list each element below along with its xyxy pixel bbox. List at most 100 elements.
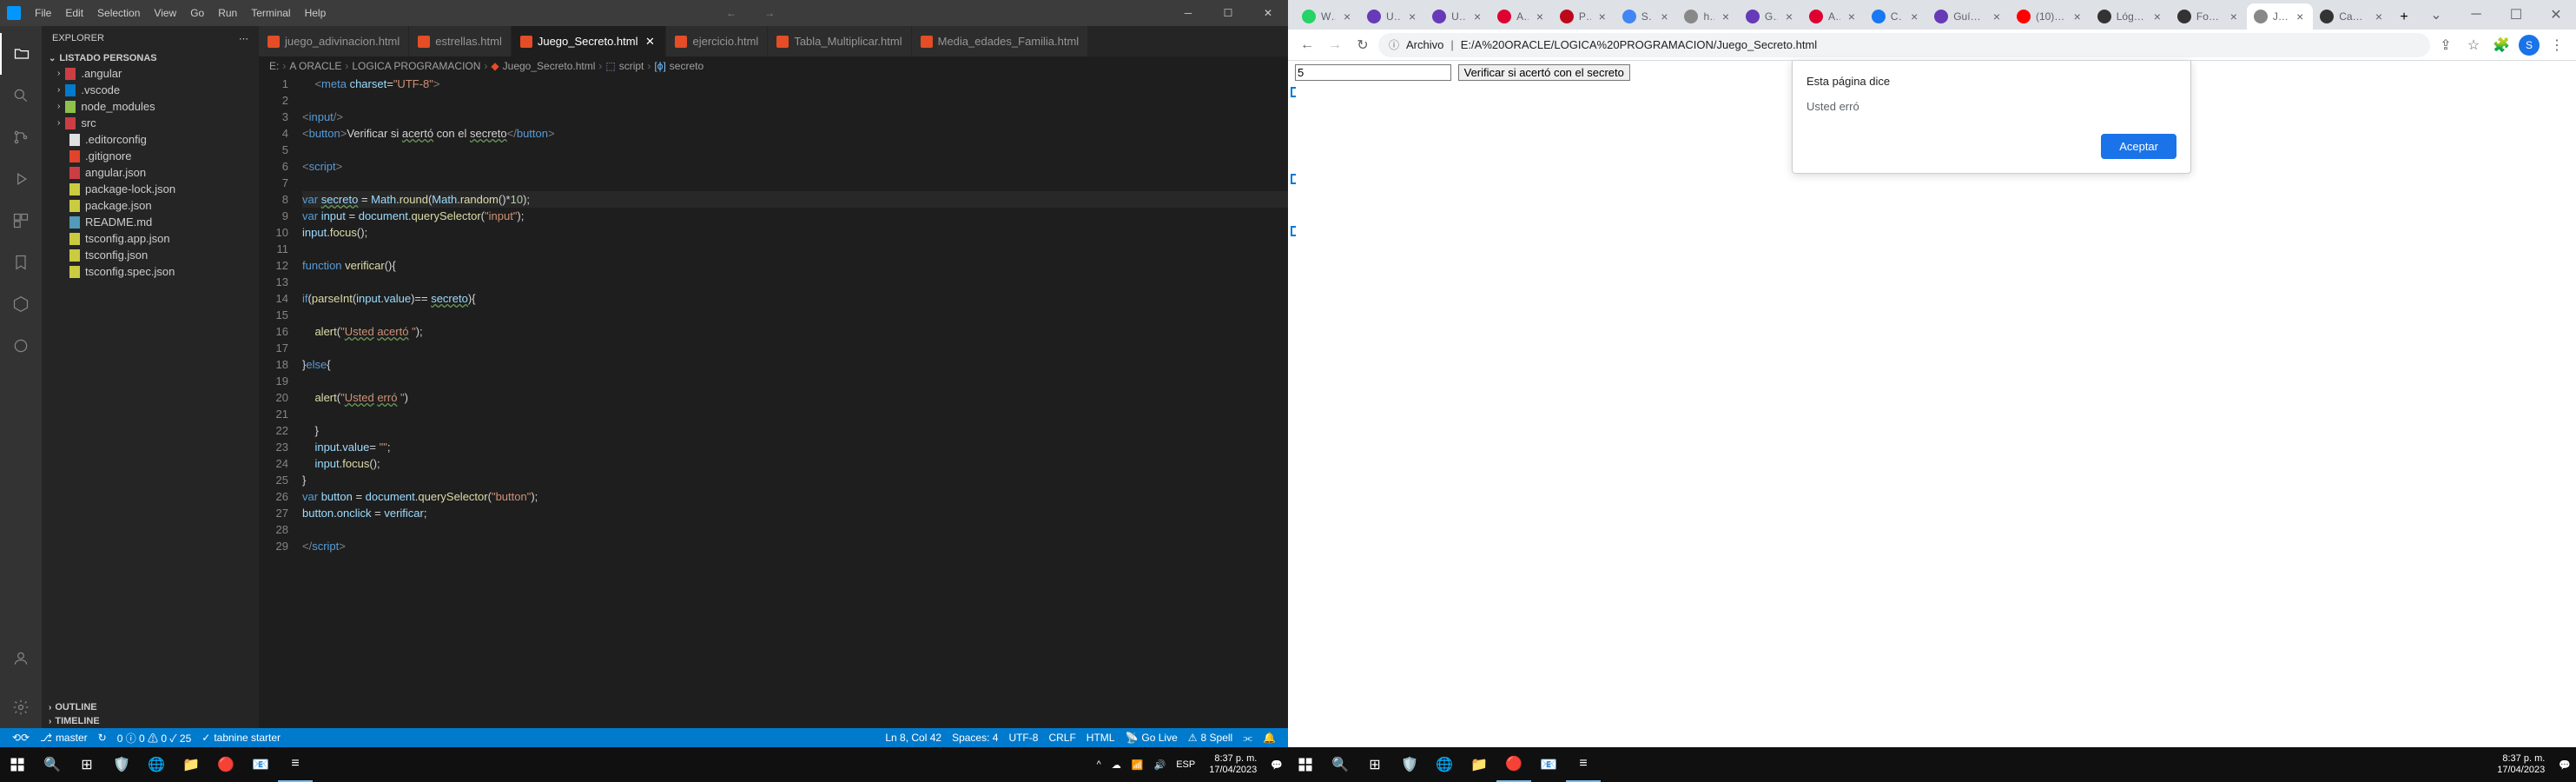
app-icon-edge[interactable]: 🌐 [139, 747, 174, 782]
reload-button[interactable]: ↻ [1351, 33, 1375, 57]
browser-tab[interactable]: Wh× [1295, 3, 1360, 30]
close-tab-icon[interactable]: × [1720, 10, 1732, 23]
browser-tab[interactable]: Uni× [1425, 3, 1490, 30]
eol[interactable]: CRLF [1043, 732, 1080, 745]
settings-icon[interactable] [0, 686, 42, 728]
menu-file[interactable]: File [28, 7, 58, 19]
tray-lang[interactable]: ESP [1171, 759, 1200, 770]
go-live[interactable]: 📡 Go Live [1120, 732, 1182, 745]
editor-tab[interactable]: Media_edades_Familia.html [912, 26, 1089, 56]
tray-cloud-icon[interactable]: ☁ [1106, 759, 1126, 771]
tray-wifi-icon[interactable]: 📶 [1126, 759, 1149, 771]
nav-back-icon[interactable]: ← [721, 7, 742, 19]
back-button[interactable]: ← [1295, 33, 1319, 57]
menu-selection[interactable]: Selection [90, 7, 147, 19]
app-icon-edge[interactable]: 🌐 [1427, 747, 1462, 782]
browser-tab[interactable]: Guía C× [1927, 3, 2010, 30]
menu-go[interactable]: Go [183, 7, 211, 19]
clock-right[interactable]: 8:37 p. m. 17/04/2023 [2488, 753, 2553, 776]
tree-item[interactable]: ›.vscode [42, 82, 259, 98]
cursor-position[interactable]: Ln 8, Col 42 [880, 732, 947, 745]
tree-item[interactable]: tsconfig.spec.json [42, 263, 259, 280]
browser-tab[interactable]: An× [1802, 3, 1865, 30]
explorer-icon[interactable] [0, 33, 42, 75]
sidebar-more-icon[interactable]: ⋯ [239, 33, 248, 44]
close-button[interactable]: ✕ [1248, 0, 1288, 26]
notification-icon[interactable]: 💬 [2553, 759, 2576, 771]
maximize-button[interactable]: ☐ [1208, 0, 1248, 26]
browser-tab[interactable]: Foro |× [2170, 3, 2247, 30]
editor-tab[interactable]: estrellas.html [409, 26, 512, 56]
close-tab-icon[interactable]: × [2228, 10, 2240, 23]
notification-icon[interactable]: 💬 [1265, 759, 1288, 771]
menu-run[interactable]: Run [211, 7, 244, 19]
code-editor[interactable]: 1234567891011121314151617181920212223242… [259, 76, 1288, 728]
source-control-icon[interactable] [0, 116, 42, 158]
tree-item[interactable]: angular.json [42, 164, 259, 181]
close-tab-icon[interactable]: × [1406, 10, 1418, 23]
browser-tab[interactable]: Se× [1615, 3, 1678, 30]
tree-item[interactable]: README.md [42, 214, 259, 230]
tree-item[interactable]: ›src [42, 115, 259, 131]
menu-help[interactable]: Help [298, 7, 334, 19]
chrome-maximize-button[interactable]: ☐ [2496, 0, 2536, 30]
browser-tab[interactable]: htt× [1677, 3, 1738, 30]
close-tab-icon[interactable]: × [2294, 10, 2306, 23]
breadcrumbs[interactable]: E:› A ORACLE› LOGICA PROGRAMACION› ◆Jueg… [259, 56, 1288, 76]
box-icon[interactable] [0, 283, 42, 325]
spell-check[interactable]: ⚠ 8 Spell [1183, 732, 1238, 745]
close-tab-icon[interactable]: × [1846, 10, 1858, 23]
accept-button[interactable]: Aceptar [2101, 134, 2176, 159]
menu-edit[interactable]: Edit [58, 7, 90, 19]
editor-tab[interactable]: Tabla_Multiplicar.html [768, 26, 911, 56]
chrome-chevron-icon[interactable]: ⌄ [2416, 0, 2456, 30]
share-icon[interactable]: ⇪ [2434, 33, 2458, 57]
close-tab-icon[interactable]: × [1991, 10, 2003, 23]
extensions-icon[interactable] [0, 200, 42, 242]
chrome-minimize-button[interactable]: ─ [2456, 0, 2496, 30]
outline-section[interactable]: ›OUTLINE [42, 700, 259, 714]
number-input[interactable] [1295, 64, 1451, 81]
close-tab-icon[interactable]: × [2151, 10, 2163, 23]
close-tab-icon[interactable]: × [1783, 10, 1795, 23]
tree-item[interactable]: tsconfig.app.json [42, 230, 259, 247]
close-tab-icon[interactable]: × [2373, 10, 2385, 23]
forward-button[interactable]: → [1323, 33, 1347, 57]
app-icon-chrome[interactable]: 🔴 [208, 747, 243, 782]
chrome-close-button[interactable]: ✕ [2536, 0, 2576, 30]
indentation[interactable]: Spaces: 4 [947, 732, 1003, 745]
clock-left[interactable]: 8:37 p. m. 17/04/2023 [1200, 753, 1265, 776]
browser-tab[interactable]: Uni× [1360, 3, 1425, 30]
app-icon-chrome[interactable]: 🔴 [1496, 747, 1531, 782]
browser-tab[interactable]: An× [1490, 3, 1553, 30]
browser-tab[interactable]: Casco× [2313, 3, 2392, 30]
problems-indicator[interactable]: 0 ⓘ 0 ⚠ 0 ✓ 25 [112, 731, 197, 746]
app-icon-vscode[interactable]: ≡ [278, 747, 313, 782]
editor-tab[interactable]: ejercicio.html [666, 26, 768, 56]
feedback-icon[interactable]: ⫘ [1238, 732, 1258, 745]
taskview-icon[interactable]: ⊞ [69, 747, 104, 782]
tree-item[interactable]: package.json [42, 197, 259, 214]
search-taskbar-icon[interactable]: 🔍 [35, 747, 69, 782]
menu-terminal[interactable]: Terminal [244, 7, 297, 19]
close-tab-icon[interactable]: ✕ [643, 35, 657, 49]
bookmark-icon[interactable] [0, 242, 42, 283]
app-icon-1[interactable]: 🛡️ [1392, 747, 1427, 782]
editor-tab[interactable]: Juego_Secreto.html✕ [512, 26, 667, 56]
sync-icon[interactable]: ↻ [93, 732, 112, 744]
address-bar[interactable]: ⓘ Archivo | E:/A%20ORACLE/LOGICA%20PROGR… [1378, 33, 2430, 57]
account-icon[interactable] [0, 638, 42, 679]
search-icon[interactable] [0, 75, 42, 116]
tree-item[interactable]: ›.angular [42, 65, 259, 82]
app-icon-outlook[interactable]: 📧 [243, 747, 278, 782]
tree-item[interactable]: .gitignore [42, 148, 259, 164]
encoding[interactable]: UTF-8 [1003, 732, 1043, 745]
sidebar-folder-header[interactable]: ⌄ LISTADO PERSONAS [42, 51, 259, 65]
close-tab-icon[interactable]: × [1341, 10, 1353, 23]
taskview-icon[interactable]: ⊞ [1357, 747, 1392, 782]
app-icon-1[interactable]: 🛡️ [104, 747, 139, 782]
tree-item[interactable]: package-lock.json [42, 181, 259, 197]
close-tab-icon[interactable]: × [1596, 10, 1608, 23]
hex-icon[interactable] [0, 325, 42, 367]
tray-chevron-icon[interactable]: ^ [1092, 759, 1106, 770]
